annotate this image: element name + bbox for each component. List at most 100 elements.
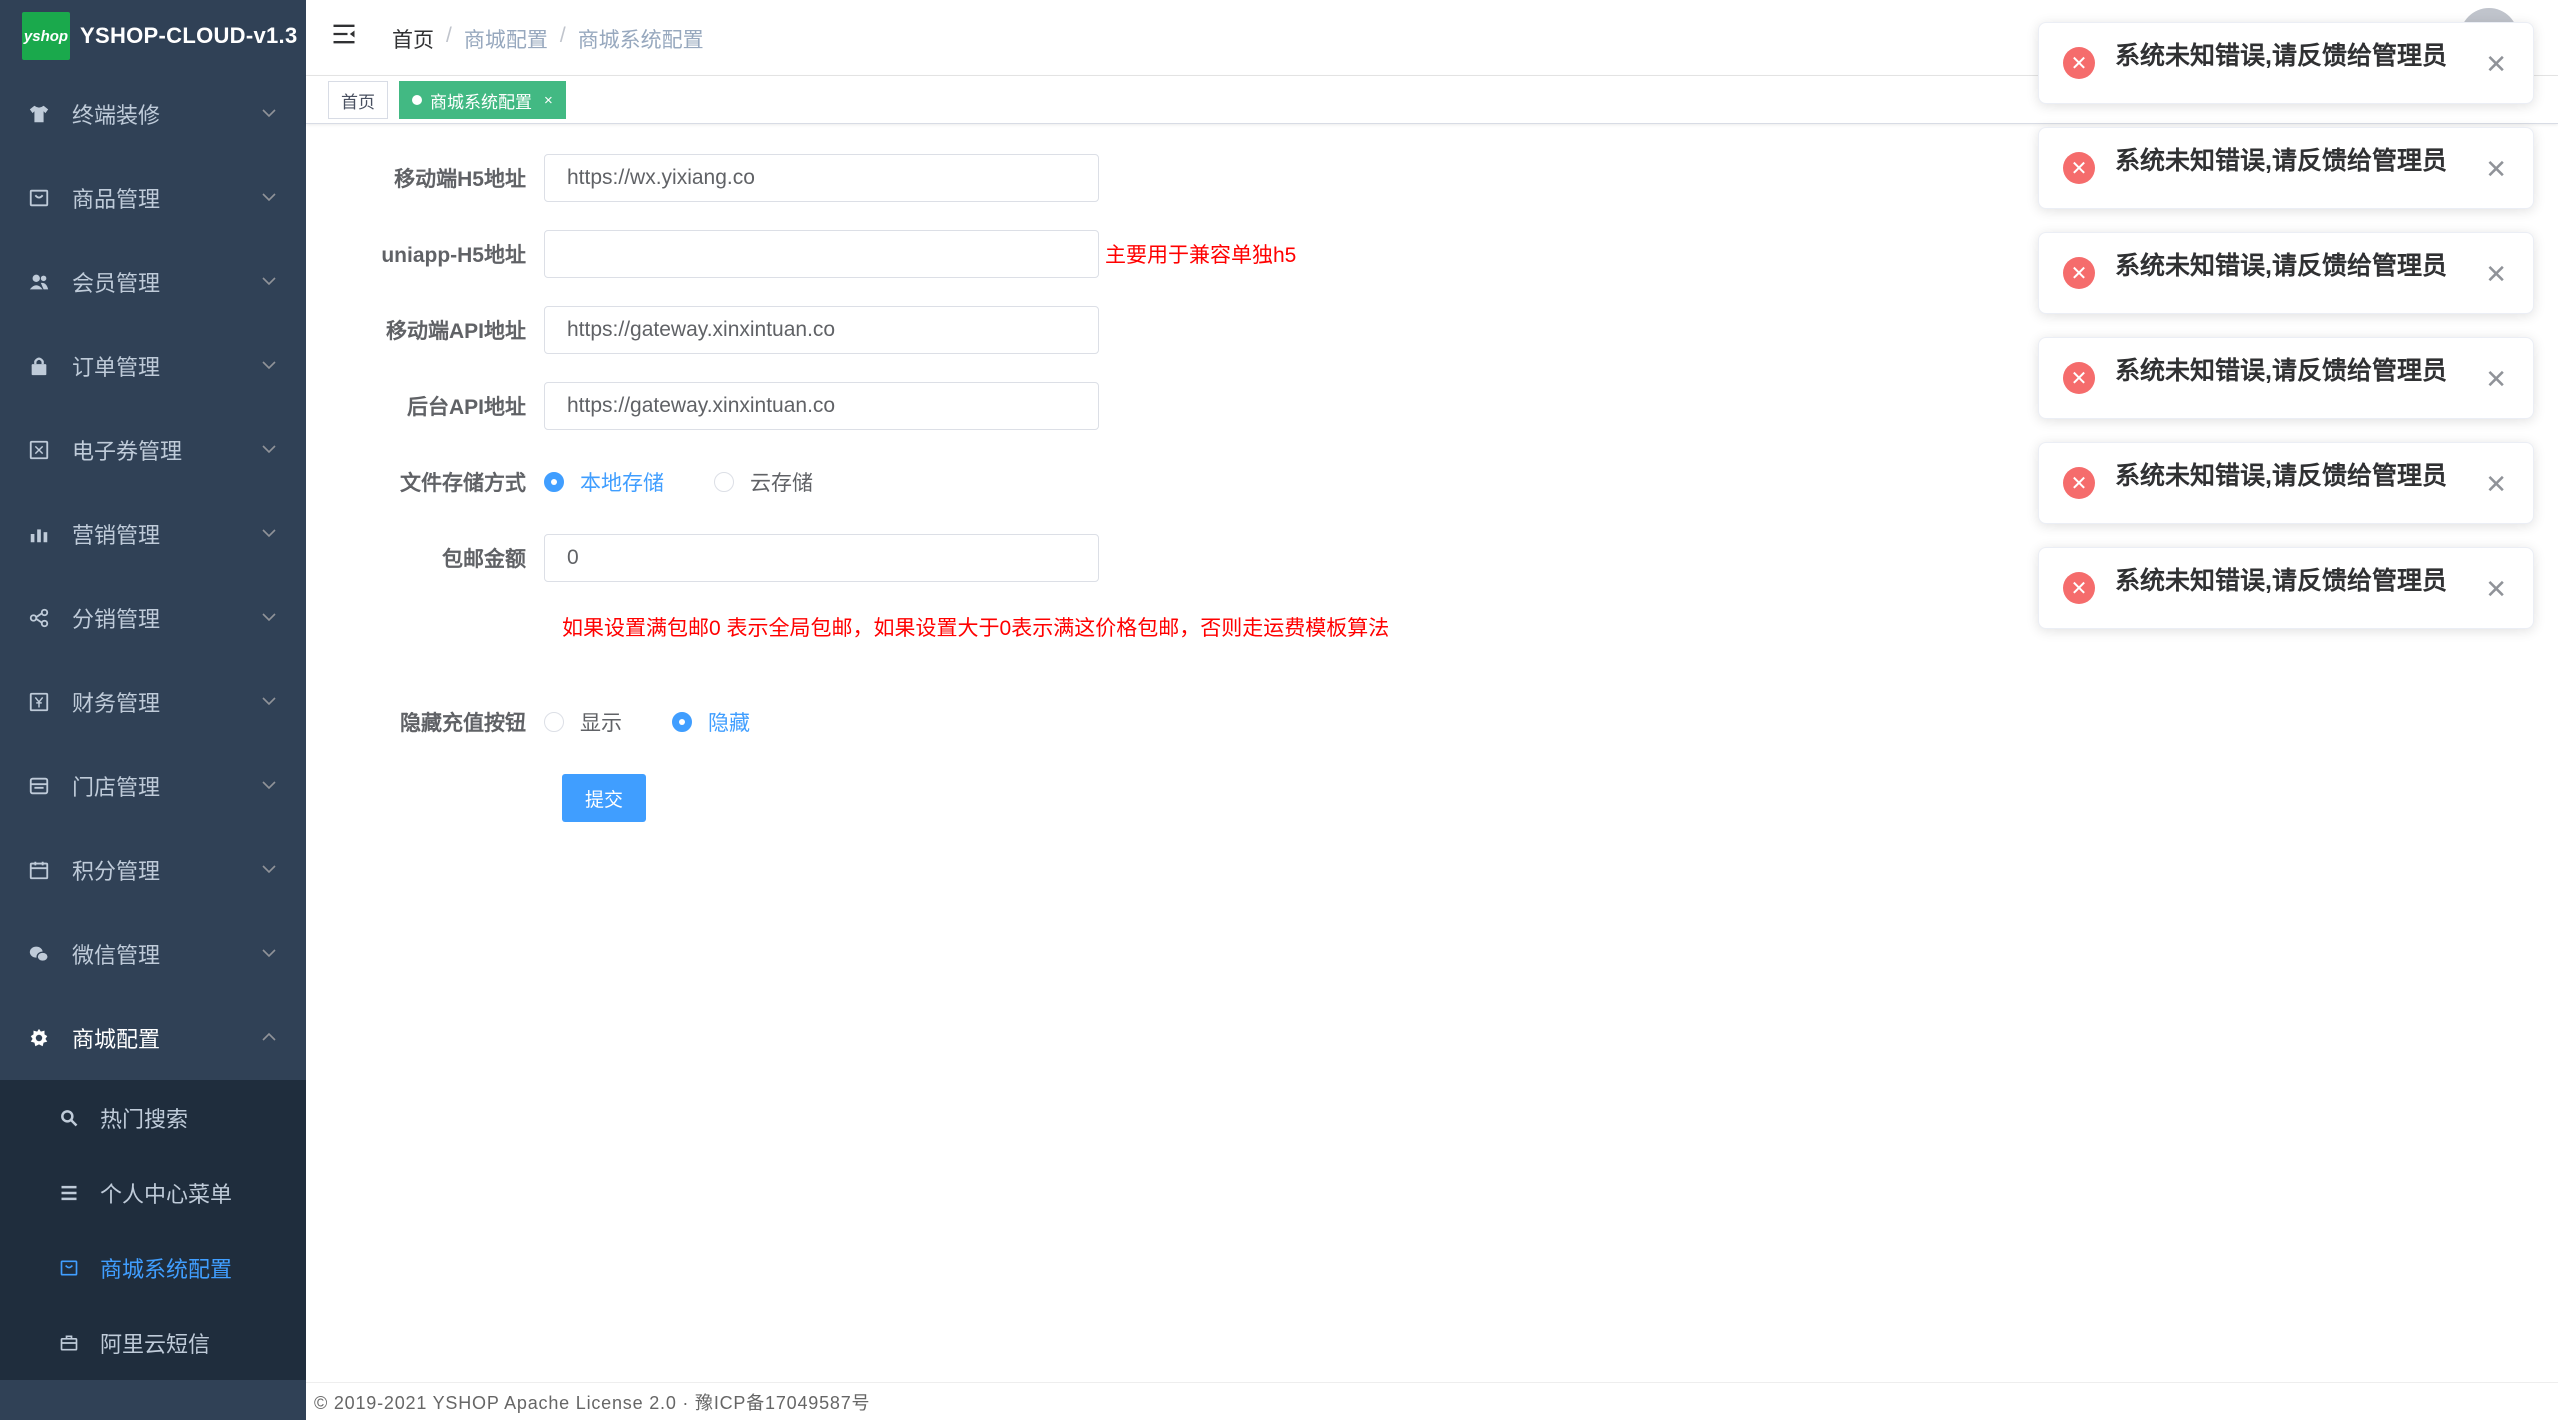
- radio-circle: [544, 712, 564, 732]
- error-notification: ✕ 系统未知错误,请反馈给管理员 ✕: [2038, 547, 2534, 629]
- error-icon: ✕: [2063, 572, 2095, 604]
- recharge-hide-radio[interactable]: 隐藏: [672, 707, 750, 737]
- chevron-down-icon: [262, 105, 276, 123]
- error-icon: ✕: [2063, 47, 2095, 79]
- sidebar-subitem-label: 热门搜索: [100, 1106, 189, 1132]
- close-icon[interactable]: ✕: [2485, 471, 2507, 497]
- chevron-down-icon: [262, 609, 276, 627]
- logo-image: yshop: [22, 12, 70, 60]
- uniapp-url-input[interactable]: [544, 230, 1099, 278]
- sidebar-item-label: 商城配置: [72, 1027, 161, 1052]
- sidebar-subitem-user-center-menu[interactable]: 个人中心菜单: [0, 1155, 306, 1230]
- sidebar-item-label: 电子券管理: [72, 439, 183, 464]
- share-icon: [28, 607, 50, 629]
- sidebar-item-products[interactable]: 商品管理: [0, 156, 306, 240]
- breadcrumb: 首页 / 商城配置 / 商城系统配置: [392, 24, 704, 54]
- error-notification: ✕ 系统未知错误,请反馈给管理员 ✕: [2038, 337, 2534, 419]
- api-url-input[interactable]: https://gateway.xinxintuan.co: [544, 306, 1099, 354]
- postage-hint: 如果设置满包邮0 表示全局包邮，如果设置大于0表示满这价格包邮，否则走运费模板算…: [562, 617, 1390, 640]
- sidebar-item-coupons[interactable]: 电子券管理: [0, 408, 306, 492]
- wechat-icon: [28, 943, 50, 965]
- sidebar-item-points[interactable]: 积分管理: [0, 828, 306, 912]
- notification-text: 系统未知错误,请反馈给管理员: [2115, 357, 2447, 385]
- tag-home[interactable]: 首页: [328, 81, 388, 119]
- chevron-down-icon: [262, 357, 276, 375]
- error-icon: ✕: [2063, 467, 2095, 499]
- form-row-h5: 移动端H5地址 https://wx.yixiang.co: [306, 154, 1099, 202]
- logo-bar[interactable]: yshop YSHOP-CLOUD-v1.3: [0, 0, 306, 72]
- sidebar-item-finance[interactable]: 财务管理: [0, 660, 306, 744]
- chevron-down-icon: [262, 441, 276, 459]
- chevron-up-icon: [262, 1029, 276, 1047]
- sidebar-subitem-aliyun-sms[interactable]: 阿里云短信: [0, 1305, 306, 1380]
- chart-icon: [28, 523, 50, 545]
- sidebar-item-label: 会员管理: [72, 271, 161, 296]
- uniapp-url-label: uniapp-H5地址: [381, 244, 526, 267]
- error-notification: ✕ 系统未知错误,请反馈给管理员 ✕: [2038, 232, 2534, 314]
- sidebar-menu: 终端装修 商品管理 会员管理 订单管理 电子券管理 营销管理 分销管理 财务管理…: [0, 72, 306, 1080]
- close-icon[interactable]: ✕: [2485, 51, 2507, 77]
- briefcase-icon: [58, 1332, 80, 1354]
- sidebar-item-label: 商品管理: [72, 187, 161, 212]
- form-row-recharge: 隐藏充值按钮 显示 隐藏: [306, 698, 800, 746]
- sidebar-item-stores[interactable]: 门店管理: [0, 744, 306, 828]
- storage-local-radio[interactable]: 本地存储: [544, 467, 664, 497]
- sidebar-item-label: 积分管理: [72, 859, 161, 884]
- breadcrumb-home[interactable]: 首页: [392, 24, 434, 54]
- box-icon: [58, 1257, 80, 1279]
- store-icon: [28, 775, 50, 797]
- sidebar-item-terminal-decoration[interactable]: 终端装修: [0, 72, 306, 156]
- sidebar-item-label: 分销管理: [72, 607, 161, 632]
- sidebar-subitem-label: 个人中心菜单: [100, 1181, 233, 1207]
- tag-label: 商城系统配置: [430, 92, 532, 112]
- recharge-show-radio[interactable]: 显示: [544, 707, 622, 737]
- chevron-down-icon: [262, 861, 276, 879]
- sidebar-item-marketing[interactable]: 营销管理: [0, 492, 306, 576]
- error-notification: ✕ 系统未知错误,请反馈给管理员 ✕: [2038, 442, 2534, 524]
- money-icon: [28, 691, 50, 713]
- list-icon: [58, 1182, 80, 1204]
- chevron-down-icon: [262, 777, 276, 795]
- admin-api-url-input[interactable]: https://gateway.xinxintuan.co: [544, 382, 1099, 430]
- close-icon[interactable]: ✕: [2485, 156, 2507, 182]
- chevron-down-icon: [262, 945, 276, 963]
- close-icon[interactable]: ×: [544, 92, 553, 109]
- postage-input[interactable]: 0: [544, 534, 1099, 582]
- error-icon: ✕: [2063, 152, 2095, 184]
- recharge-radio-group: 显示 隐藏: [544, 707, 800, 737]
- sidebar-item-label: 微信管理: [72, 943, 161, 968]
- radio-label: 隐藏: [708, 712, 750, 735]
- notification-text: 系统未知错误,请反馈给管理员: [2115, 252, 2447, 280]
- tag-label: 首页: [341, 92, 375, 112]
- submit-button[interactable]: 提交: [562, 774, 646, 822]
- close-icon[interactable]: ✕: [2485, 261, 2507, 287]
- shirt-icon: [28, 103, 50, 125]
- sidebar-item-orders[interactable]: 订单管理: [0, 324, 306, 408]
- form-row-uniapp: uniapp-H5地址 主要用于兼容单独h5: [306, 230, 1296, 278]
- form-row-storage: 文件存储方式 本地存储 云存储: [306, 458, 863, 506]
- recharge-label: 隐藏充值按钮: [400, 712, 526, 735]
- active-dot: [412, 95, 422, 105]
- hamburger-icon[interactable]: [330, 20, 360, 50]
- sidebar-item-wechat[interactable]: 微信管理: [0, 912, 306, 996]
- radio-circle: [544, 472, 564, 492]
- breadcrumb-mall-config: 商城配置: [463, 29, 548, 52]
- close-icon[interactable]: ✕: [2485, 366, 2507, 392]
- gear-icon: [28, 1027, 50, 1049]
- coupon-icon: [28, 439, 50, 461]
- uniapp-hint: 主要用于兼容单独h5: [1105, 244, 1297, 267]
- sidebar-subitem-mall-system-config[interactable]: 商城系统配置: [0, 1230, 306, 1305]
- sidebar-item-mall-config[interactable]: 商城配置: [0, 996, 306, 1080]
- search-icon: [58, 1107, 80, 1129]
- sidebar-item-members[interactable]: 会员管理: [0, 240, 306, 324]
- h5-url-input[interactable]: https://wx.yixiang.co: [544, 154, 1099, 202]
- sidebar-item-label: 终端装修: [72, 103, 161, 128]
- sidebar-subitem-hot-search[interactable]: 热门搜索: [0, 1080, 306, 1155]
- calendar-icon: [28, 859, 50, 881]
- sidebar-item-distribution[interactable]: 分销管理: [0, 576, 306, 660]
- tag-mall-system-config[interactable]: 商城系统配置 ×: [399, 81, 566, 119]
- sidebar-subitem-label: 阿里云短信: [100, 1331, 211, 1357]
- radio-circle: [714, 472, 734, 492]
- close-icon[interactable]: ✕: [2485, 576, 2507, 602]
- storage-cloud-radio[interactable]: 云存储: [714, 467, 813, 497]
